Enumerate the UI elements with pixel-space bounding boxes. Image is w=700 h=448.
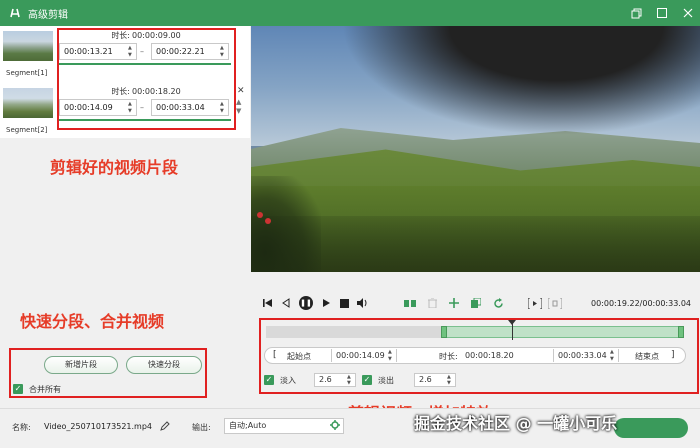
range-dash: – [140, 47, 144, 56]
annotation-text: 剪辑好的视频片段 [50, 158, 179, 177]
close-segment-icon[interactable]: ✕ [237, 86, 245, 96]
set-end-bracket[interactable]: ] [671, 350, 675, 360]
add-icon[interactable] [447, 296, 461, 310]
spin-down-icon[interactable]: ▼ [447, 380, 453, 386]
spin-up-icon[interactable]: ▲ [388, 349, 394, 355]
fade-in-checkbox[interactable]: ✓ [264, 375, 274, 385]
set-start-bracket[interactable]: [ [273, 350, 277, 360]
snapshot-icon[interactable] [527, 296, 543, 310]
range-dash: – [140, 103, 144, 112]
video-tree [251, 176, 321, 272]
play-icon[interactable] [319, 296, 333, 310]
range-duration: 00:00:18.20 [465, 351, 514, 360]
range-duration-label: 时长: [439, 352, 458, 361]
confirm-button[interactable] [614, 418, 688, 438]
segment-label: Segment[1] [6, 69, 48, 77]
name-label: 名称: [12, 423, 31, 432]
segment-start-field[interactable]: 00:00:14.09 ▲ ▼ [59, 99, 137, 116]
pause-icon[interactable]: ❚❚ [299, 296, 313, 310]
spin-up-icon[interactable]: ▲ [220, 45, 226, 51]
spin-down-icon[interactable]: ▼ [220, 52, 226, 58]
spin-down-icon[interactable]: ▼ [347, 380, 353, 386]
merge-all-label: 合并所有 [29, 385, 61, 394]
range-end-field[interactable]: 00:00:33.04 ▲ ▼ [553, 349, 619, 362]
segment-start-field[interactable]: 00:00:13.21 ▲ ▼ [59, 43, 137, 60]
merge-all-checkbox[interactable]: ✓ [13, 384, 23, 394]
set-end-button[interactable]: 结束点 [635, 351, 659, 362]
spin-down-icon[interactable]: ▼ [388, 356, 394, 362]
title-bar: 高级剪辑 [0, 0, 700, 26]
segment-list: Segment[1] Segment[2] 时长: 00:00:09.00 00:… [0, 26, 250, 138]
restore-icon[interactable] [630, 7, 642, 19]
fade-in-field[interactable]: 2.6 ▲ ▼ [314, 373, 356, 387]
fade-settings: ✓ 淡入 2.6 ▲ ▼ ✓ 淡出 2.6 ▲ ▼ [264, 372, 464, 388]
stop-icon[interactable] [337, 296, 351, 310]
close-icon[interactable] [682, 7, 694, 19]
delete-icon[interactable] [425, 296, 439, 310]
copy-icon[interactable] [469, 296, 483, 310]
fade-out-field[interactable]: 2.6 ▲ ▼ [414, 373, 456, 387]
annotation-text: 快速分段、合并视频 [20, 312, 165, 331]
segment-panel: Segment[1] Segment[2] 时长: 00:00:09.00 00:… [0, 26, 250, 408]
segment-end-field[interactable]: 00:00:33.04 ▲ ▼ [151, 99, 229, 116]
segment-thumbnail[interactable] [3, 31, 53, 61]
add-segment-button[interactable]: 新增片段 [44, 356, 118, 374]
move-up-icon[interactable]: ▲ [236, 98, 241, 106]
spin-down-icon[interactable]: ▼ [220, 108, 226, 114]
watermark-text: 掘金技术社区 @ 一罐小可乐 [414, 414, 618, 433]
split-icon[interactable] [403, 296, 417, 310]
player-controls: ❚❚ 00:00:19.22/00:00:33.04 [ 起始点 00:00:1… [251, 272, 700, 408]
quick-split-button[interactable]: 快速分段 [126, 356, 202, 374]
timecode: 00:00:19.22/00:00:33.04 [591, 299, 691, 308]
segment-progress-bar [59, 119, 231, 121]
playhead[interactable] [512, 320, 513, 340]
gear-icon[interactable] [330, 420, 340, 433]
segment-duration: 时长: 00:00:18.20 [111, 87, 181, 96]
segment-card[interactable]: 时长: 00:00:18.20 00:00:14.09 ▲ ▼ – 00:00:33.… [57, 84, 233, 130]
timeline-selection[interactable] [443, 326, 684, 338]
crop-icon[interactable] [547, 296, 563, 310]
timeline-end-handle[interactable] [678, 326, 684, 338]
app-icon [8, 6, 22, 20]
move-down-icon[interactable]: ▼ [236, 107, 241, 115]
fade-out-checkbox[interactable]: ✓ [362, 375, 372, 385]
segment-card[interactable]: 时长: 00:00:09.00 00:00:13.21 ▲ ▼ – 00:00:22.… [57, 28, 233, 74]
spin-up-icon[interactable]: ▲ [610, 349, 616, 355]
spin-down-icon[interactable]: ▼ [128, 108, 134, 114]
maximize-icon[interactable] [656, 7, 668, 19]
output-file-name[interactable]: Video_250710173521.mp4 [44, 422, 152, 431]
video-flower [265, 218, 271, 224]
range-bar: [ 起始点 00:00:14.09 ▲ ▼ 时长: 00:00:18.20 00:0… [264, 347, 686, 364]
fade-out-label: 淡出 [378, 376, 394, 385]
video-preview[interactable] [251, 26, 700, 272]
output-label: 输出: [192, 423, 211, 432]
segment-end-field[interactable]: 00:00:22.21 ▲ ▼ [151, 43, 229, 60]
step-back-icon[interactable] [279, 296, 293, 310]
timeline-start-handle[interactable] [441, 326, 447, 338]
segment-label: Segment[2] [6, 126, 48, 134]
video-tree [341, 26, 700, 136]
edit-icon[interactable] [160, 421, 170, 434]
range-start-field[interactable]: 00:00:14.09 ▲ ▼ [331, 349, 397, 362]
spin-up-icon[interactable]: ▲ [128, 45, 134, 51]
volume-icon[interactable] [355, 296, 369, 310]
spin-down-icon[interactable]: ▼ [610, 356, 616, 362]
spin-down-icon[interactable]: ▼ [128, 52, 134, 58]
fade-in-label: 淡入 [280, 376, 296, 385]
spin-up-icon[interactable]: ▲ [128, 101, 134, 107]
segment-progress-bar [59, 63, 231, 65]
skip-start-icon[interactable] [261, 296, 275, 310]
segment-thumbnail[interactable] [3, 88, 53, 118]
timeline[interactable]: [ 起始点 00:00:14.09 ▲ ▼ 时长: 00:00:18.20 00:0… [262, 320, 690, 398]
set-start-button[interactable]: 起始点 [287, 351, 311, 362]
rotate-icon[interactable] [491, 296, 505, 310]
video-flower [257, 212, 263, 218]
window-title: 高级剪辑 [28, 9, 68, 21]
segment-duration: 时长: 00:00:09.00 [111, 31, 181, 40]
spin-up-icon[interactable]: ▲ [220, 101, 226, 107]
output-path-field[interactable]: 自动;Auto [224, 418, 344, 434]
